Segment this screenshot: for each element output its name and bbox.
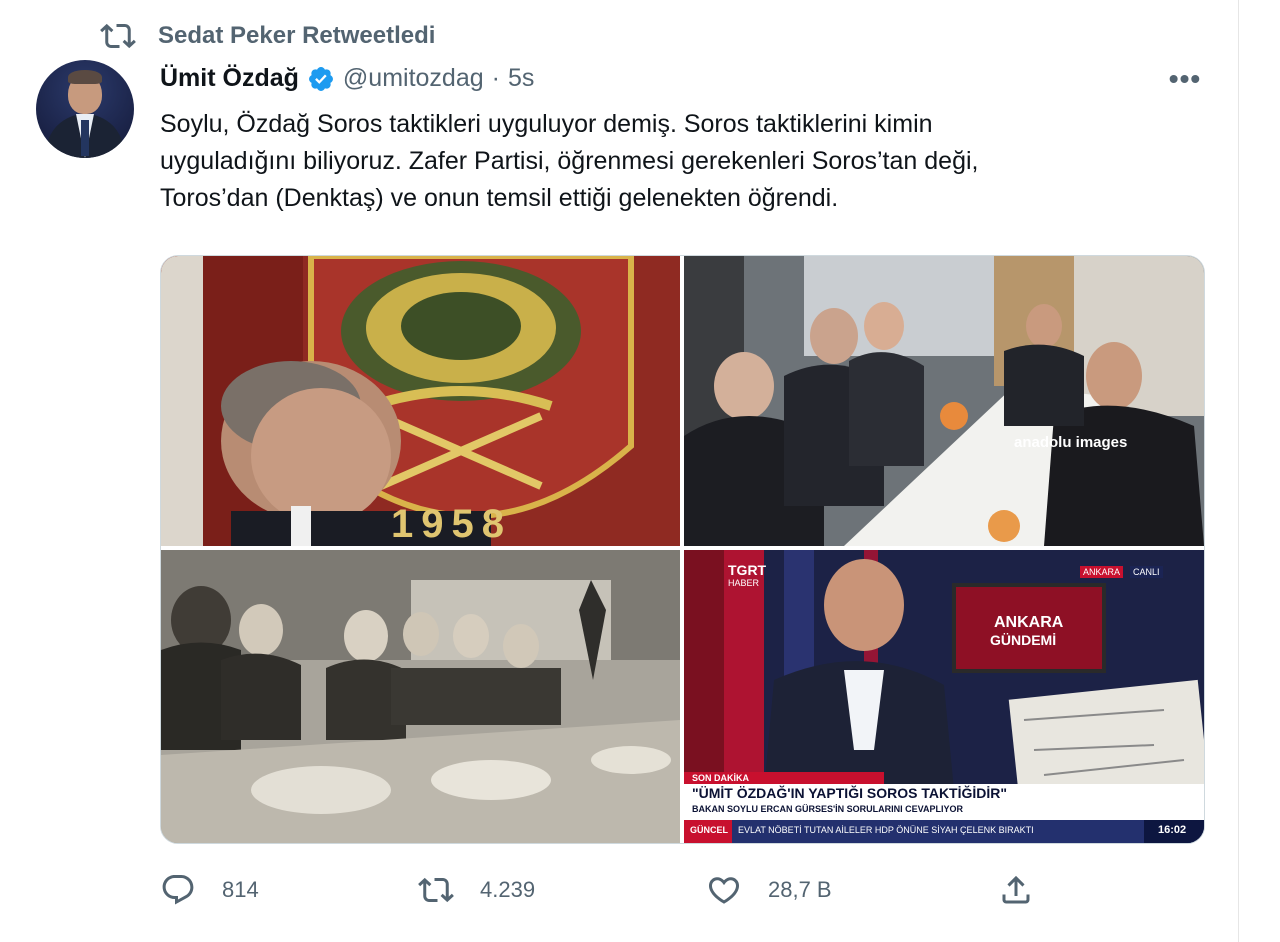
tv-screen-title-1: ANKARA [994,614,1064,631]
retweet-button[interactable]: 4.239 [418,868,535,912]
tv-ticker-text: EVLAT NÖBETİ TUTAN AİLELER HDP ÖNÜNE SİY… [738,825,1034,835]
retweet-context[interactable]: Sedat Peker Retweetledi [100,18,435,54]
tweet-text: Soylu, Özdağ Soros taktikleri uyguluyor … [160,106,1200,217]
tv-location-tag: ANKARA [1080,566,1124,578]
like-button[interactable]: 28,7 B [706,868,832,912]
like-count: 28,7 B [768,877,832,902]
tv-ticker-tag: GÜNCEL [690,825,728,835]
separator-dot: · [491,64,500,92]
heart-icon [708,877,740,904]
reply-count: 814 [222,877,259,902]
share-button[interactable] [998,868,1060,912]
more-options-button[interactable]: ••• [1168,63,1202,94]
photo-1[interactable]: 1958 [161,256,680,546]
reply-icon [162,875,194,905]
tv-subheadline: BAKAN SOYLU ERCAN GÜRSES'İN SORULARINI C… [692,804,963,814]
tweet-actions: 814 4.239 28,7 B [160,868,1040,912]
retweet-icon [418,877,454,903]
emblem-year: 1958 [391,502,512,546]
tv-live-tag: CANLI [1130,566,1163,578]
tweet-timestamp[interactable]: 5s [508,64,534,93]
photo-watermark: anadolu images [1014,434,1128,451]
tv-clock: 16:02 [1158,824,1187,836]
ellipsis-icon: ••• [1168,63,1202,94]
tv-channel-sub: HABER [728,578,760,588]
retweet-count: 4.239 [480,877,536,902]
tv-channel-logo: TGRT [728,562,767,578]
tweet-card[interactable]: Sedat Peker Retweetledi Ümit Özdağ @umit… [0,0,1239,942]
tweet-text-line-2: uyguladığını biliyoruz. Zafer Partisi, ö… [160,147,979,175]
photo-4[interactable]: TGRT HABER ANKARA CANLI ANKARA GÜNDEMİ S… [684,550,1204,843]
photo-3[interactable] [161,550,680,843]
author-name[interactable]: Ümit Özdağ [160,64,299,93]
tweet-header: Ümit Özdağ @umitozdag · 5s [160,64,534,93]
photo-2[interactable]: anadolu images [684,256,1204,546]
retweet-context-label: Sedat Peker Retweetledi [158,22,436,49]
author-handle[interactable]: @umitozdag [343,64,484,93]
avatar[interactable] [36,60,134,158]
tweet-text-line-1: Soylu, Özdağ Soros taktikleri uyguluyor … [160,110,933,138]
tv-breaking-tag: SON DAKİKA [692,773,750,783]
retweet-icon [100,23,136,49]
tv-headline: "ÜMİT ÖZDAĞ'IN YAPTIĞI SOROS TAKTİĞİDİR" [692,785,1008,801]
media-grid: 1958 anadolu images TGRT HABER ANKARA CA… [160,255,1205,844]
tweet-text-line-3: Toros’dan (Denktaş) ve onun temsil ettiğ… [160,184,839,212]
verified-badge-icon [308,66,333,91]
reply-button[interactable]: 814 [160,868,259,912]
tv-screen-title-2: GÜNDEMİ [990,632,1057,648]
share-icon [1002,875,1030,904]
